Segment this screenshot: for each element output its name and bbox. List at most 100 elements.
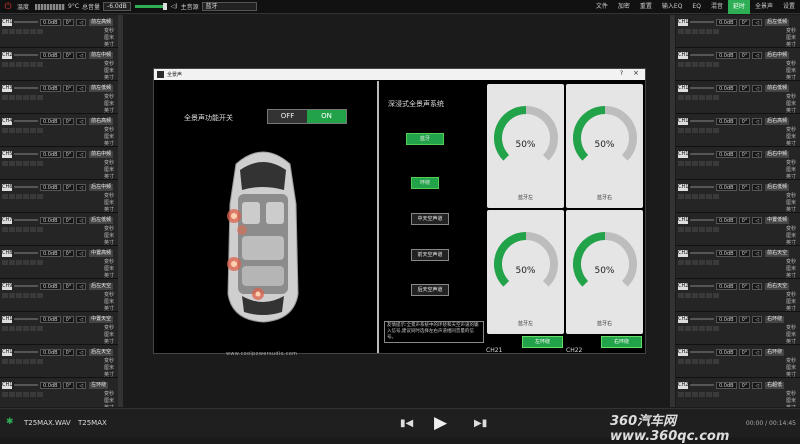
channel-id[interactable]: CH1	[2, 18, 12, 26]
channel-control-button[interactable]	[30, 226, 36, 232]
channel-control-button[interactable]	[713, 127, 719, 133]
channel-id[interactable]: CH14	[678, 51, 692, 59]
channel-control-button[interactable]	[678, 391, 684, 397]
channel-name[interactable]: 前右中频	[89, 150, 114, 158]
channel-control-button[interactable]	[16, 358, 22, 364]
channel-control-button[interactable]	[9, 28, 15, 34]
speaker-icon[interactable]: ◁	[752, 18, 763, 26]
channel-control-button[interactable]	[16, 259, 22, 265]
channel-gain-slider[interactable]	[690, 186, 714, 188]
channel-control-button[interactable]	[37, 358, 43, 364]
channel-control-button[interactable]	[2, 94, 8, 100]
channel-gain-slider[interactable]	[690, 219, 714, 221]
left-scrollbar[interactable]	[118, 15, 123, 407]
channel-phase-field[interactable]: 0°	[62, 315, 75, 323]
mode-button-front-sky[interactable]: 前天空声道	[411, 249, 449, 261]
power-icon[interactable]: ⏻	[2, 1, 14, 13]
channel-control-button[interactable]	[713, 259, 719, 265]
channel-control-button[interactable]	[699, 94, 705, 100]
channel-id[interactable]: CH23	[678, 348, 692, 356]
channel-gain-field[interactable]: 0.0dB	[716, 150, 737, 158]
gauge-arc[interactable]	[571, 228, 639, 300]
channel-name[interactable]: 前左低频	[89, 84, 114, 92]
channel-gain-field[interactable]: 0.0dB	[716, 315, 737, 323]
channel-control-button[interactable]	[713, 391, 719, 397]
channel-control-button[interactable]	[706, 292, 712, 298]
menu-item[interactable]: 重置	[635, 0, 657, 14]
channel-control-button[interactable]	[30, 28, 36, 34]
channel-control-button[interactable]	[30, 391, 36, 397]
menu-item[interactable]: 设置	[778, 0, 800, 14]
channel-gain-slider[interactable]	[690, 285, 714, 287]
channel-control-button[interactable]	[706, 193, 712, 199]
speaker-icon[interactable]: ◁	[76, 315, 87, 323]
next-icon[interactable]: ▶▮	[474, 418, 487, 429]
channel-phase-field[interactable]: 0°	[738, 51, 751, 59]
channel-control-button[interactable]	[713, 160, 719, 166]
channel-control-button[interactable]	[2, 61, 8, 67]
channel-gain-slider[interactable]	[690, 351, 714, 353]
ch22-surround-button[interactable]: 右环绕	[601, 336, 642, 348]
speaker-icon[interactable]: ◁	[752, 150, 763, 158]
channel-control-button[interactable]	[9, 259, 15, 265]
channel-name[interactable]: 前右天空	[765, 249, 790, 257]
channel-gain-slider[interactable]	[690, 252, 714, 254]
channel-name[interactable]: 后左天空	[89, 282, 114, 290]
speaker-icon[interactable]: ◁	[76, 216, 87, 224]
menu-item[interactable]: 延时	[727, 0, 750, 14]
channel-control-button[interactable]	[706, 61, 712, 67]
channel-control-button[interactable]	[678, 259, 684, 265]
channel-control-button[interactable]	[23, 193, 29, 199]
channel-control-button[interactable]	[713, 28, 719, 34]
channel-control-button[interactable]	[30, 193, 36, 199]
menu-item[interactable]: 文件	[591, 0, 613, 14]
channel-phase-field[interactable]: 0°	[738, 249, 751, 257]
speaker-icon[interactable]: ◁	[76, 51, 87, 59]
channel-control-button[interactable]	[37, 28, 43, 34]
channel-control-button[interactable]	[9, 391, 15, 397]
channel-gain-field[interactable]: 0.0dB	[40, 315, 61, 323]
channel-control-button[interactable]	[685, 391, 691, 397]
channel-name[interactable]: 后右天空	[765, 282, 790, 290]
channel-id[interactable]: CH18	[678, 183, 692, 191]
channel-phase-field[interactable]: 0°	[62, 18, 75, 26]
channel-control-button[interactable]	[9, 226, 15, 232]
speaker-icon[interactable]: ◁	[76, 249, 87, 257]
channel-gain-slider[interactable]	[14, 87, 38, 89]
channel-name[interactable]: 后右低频	[765, 183, 790, 191]
channel-gain-slider[interactable]	[690, 318, 714, 320]
channel-control-button[interactable]	[23, 259, 29, 265]
channel-control-button[interactable]	[30, 61, 36, 67]
channel-control-button[interactable]	[2, 127, 8, 133]
channel-gain-field[interactable]: 0.0dB	[40, 216, 61, 224]
balance-gauge[interactable]: 50% 蓝牙左	[487, 84, 564, 208]
channel-name[interactable]: 前右低频	[765, 84, 790, 92]
source-select[interactable]: 蓝牙	[201, 2, 257, 11]
channel-id[interactable]: CH13	[678, 18, 692, 26]
channel-control-button[interactable]	[16, 226, 22, 232]
channel-gain-slider[interactable]	[14, 252, 38, 254]
channel-control-button[interactable]	[9, 61, 15, 67]
channel-control-button[interactable]	[699, 391, 705, 397]
channel-control-button[interactable]	[16, 94, 22, 100]
channel-gain-slider[interactable]	[14, 54, 38, 56]
channel-control-button[interactable]	[692, 259, 698, 265]
channel-name[interactable]: 前左中频	[89, 51, 114, 59]
speaker-icon[interactable]: ◁	[76, 84, 87, 92]
channel-control-button[interactable]	[9, 193, 15, 199]
channel-phase-field[interactable]: 0°	[738, 348, 751, 356]
channel-name[interactable]: 右超低	[765, 381, 785, 389]
channel-control-button[interactable]	[678, 226, 684, 232]
help-button[interactable]: ?	[620, 70, 623, 77]
channel-control-button[interactable]	[699, 292, 705, 298]
channel-phase-field[interactable]: 0°	[738, 150, 751, 158]
speaker-icon[interactable]: ◁	[752, 216, 763, 224]
speaker-icon[interactable]: ◁	[76, 381, 87, 389]
channel-gain-slider[interactable]	[14, 21, 38, 23]
channel-gain-field[interactable]: 0.0dB	[716, 18, 737, 26]
channel-id[interactable]: CH12	[2, 381, 16, 389]
channel-control-button[interactable]	[678, 127, 684, 133]
channel-phase-field[interactable]: 0°	[62, 183, 75, 191]
channel-control-button[interactable]	[678, 325, 684, 331]
channel-control-button[interactable]	[706, 358, 712, 364]
